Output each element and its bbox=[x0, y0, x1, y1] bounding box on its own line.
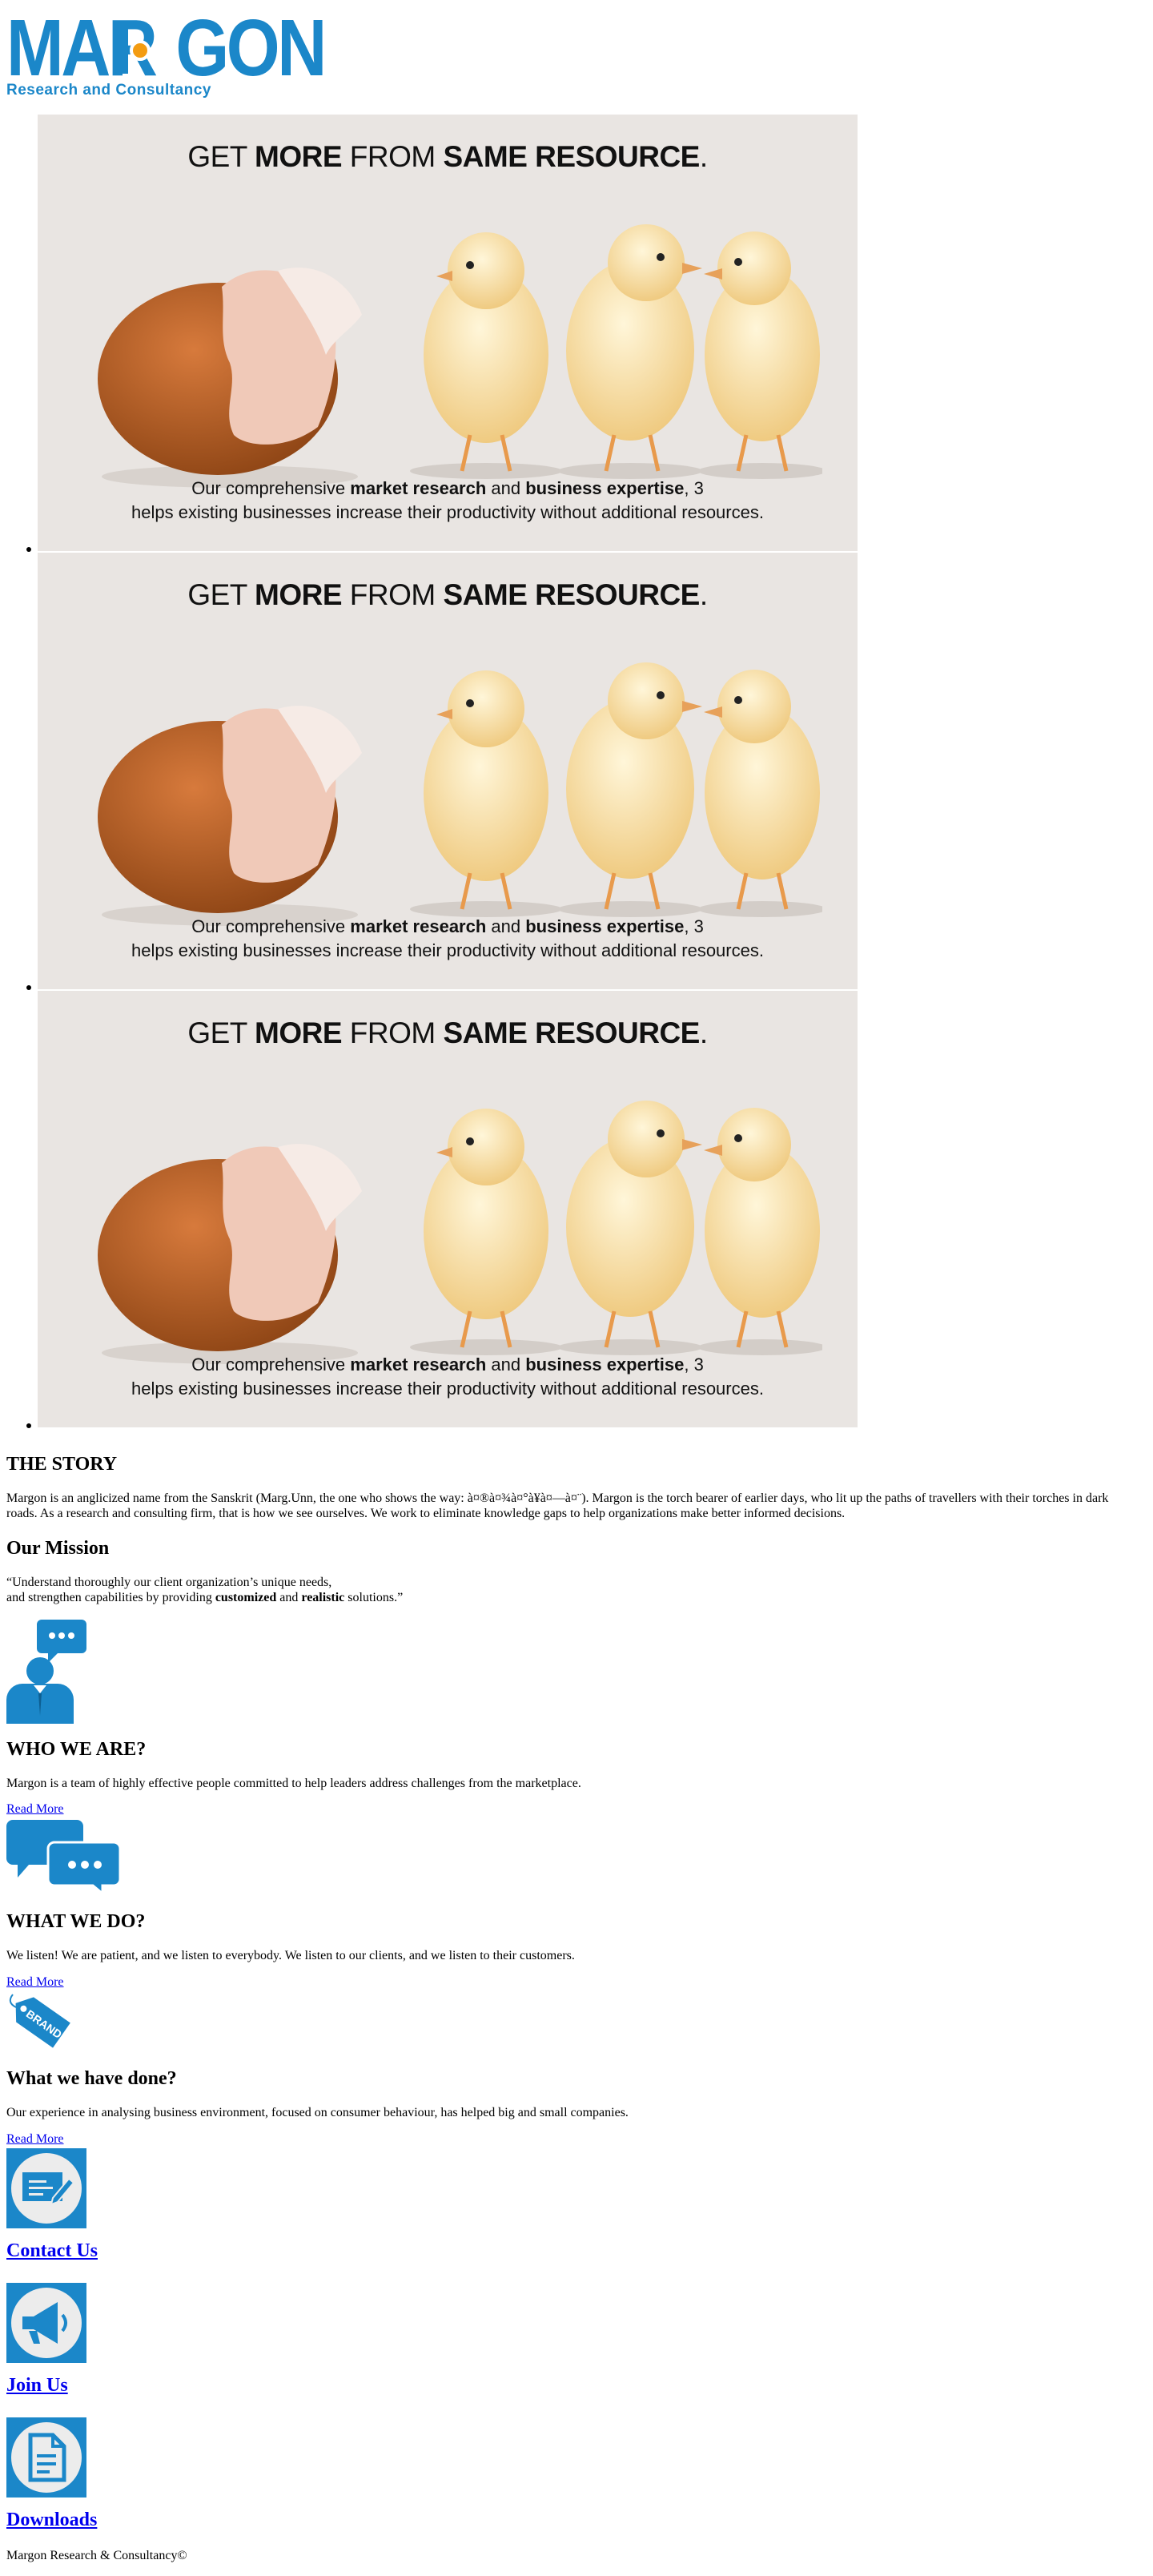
footer-copyright: Margon Research & Consultancy© bbox=[6, 2549, 187, 2562]
slide-title-mid: FROM bbox=[342, 578, 444, 611]
who-read-more-link[interactable]: Read More bbox=[6, 1802, 64, 1817]
slide-caption-line1: Our comprehensive market research and bu… bbox=[38, 1353, 858, 1377]
mission-line1: “Understand thoroughly our client organi… bbox=[6, 1576, 332, 1589]
slide-title-resource: SAME RESOURCE bbox=[443, 140, 700, 173]
mission-customized: customized bbox=[215, 1591, 277, 1604]
slide-caption-business: business expertise bbox=[525, 916, 685, 936]
slide-caption-line2: helps existing businesses increase their… bbox=[131, 940, 764, 960]
megaphone-icon bbox=[6, 2283, 86, 2363]
slide-caption: Our comprehensive market research and bu… bbox=[38, 1353, 858, 1401]
downloads-heading: Downloads bbox=[6, 2510, 97, 2531]
logo-wordmark-part2: GON bbox=[175, 3, 327, 93]
slide-caption: Our comprehensive market research and bu… bbox=[38, 915, 858, 963]
slide-caption-market: market research bbox=[350, 478, 487, 498]
slide-caption-line1: Our comprehensive market research and bu… bbox=[38, 915, 858, 939]
slider-item: GET MORE FROM SAME RESOURCE. Our compreh… bbox=[26, 991, 858, 1429]
slide-caption-post: , 3 bbox=[684, 478, 704, 498]
contact-heading: Contact Us bbox=[6, 2240, 98, 2262]
done-text: Our experience in analysing business env… bbox=[6, 2106, 629, 2119]
join-heading: Join Us bbox=[6, 2375, 68, 2397]
slide-title-pre: GET bbox=[187, 1016, 255, 1049]
who-text: Margon is a team of highly effective peo… bbox=[6, 1777, 581, 1790]
what-heading: WHAT WE DO? bbox=[6, 1911, 146, 1932]
slide-caption-market: market research bbox=[350, 1354, 487, 1375]
slide-title-resource: SAME RESOURCE bbox=[443, 578, 700, 611]
slide-caption-line2: helps existing businesses increase their… bbox=[131, 1379, 764, 1399]
mission-line2-pre: and strengthen capabilities by providing bbox=[6, 1591, 215, 1604]
egg-and-chicks-illustration bbox=[98, 662, 822, 926]
slide-caption-business: business expertise bbox=[525, 478, 685, 498]
slide-caption-line1: Our comprehensive market research and bu… bbox=[38, 477, 858, 501]
egg-and-chicks-illustration bbox=[98, 1101, 822, 1364]
slide-title-pre: GET bbox=[187, 578, 255, 611]
hero-slider: GET MORE FROM SAME RESOURCE. Our compreh… bbox=[0, 115, 858, 1429]
slide-banner[interactable]: GET MORE FROM SAME RESOURCE. Our compreh… bbox=[38, 553, 858, 989]
slider-item: GET MORE FROM SAME RESOURCE. Our compreh… bbox=[26, 115, 858, 553]
brand-tag-icon: BRAND bbox=[6, 1991, 80, 2054]
slide-caption-business: business expertise bbox=[525, 1354, 685, 1375]
slide-banner[interactable]: GET MORE FROM SAME RESOURCE. Our compreh… bbox=[38, 115, 858, 551]
slide-title: GET MORE FROM SAME RESOURCE. bbox=[38, 140, 858, 174]
businessman-speech-icon bbox=[6, 1616, 86, 1724]
speech-bubbles-icon bbox=[6, 1818, 120, 1895]
slide-title-post: . bbox=[699, 1016, 708, 1049]
slide-banner[interactable]: GET MORE FROM SAME RESOURCE. Our compreh… bbox=[38, 991, 858, 1427]
slide-caption-pre: Our comprehensive bbox=[191, 1354, 351, 1375]
slide-caption-mid: and bbox=[486, 478, 526, 498]
logo-letter-r-stroke bbox=[115, 26, 128, 74]
slide-caption: Our comprehensive market research and bu… bbox=[38, 477, 858, 525]
contact-us-link[interactable]: Contact Us bbox=[6, 2240, 98, 2261]
document-download-icon bbox=[6, 2417, 86, 2498]
mission-line2-post: solutions.” bbox=[344, 1591, 404, 1604]
slide-caption-mid: and bbox=[486, 916, 526, 936]
story-heading: THE STORY bbox=[6, 1454, 118, 1475]
slide-caption-pre: Our comprehensive bbox=[191, 478, 351, 498]
slider-item: GET MORE FROM SAME RESOURCE. Our compreh… bbox=[26, 553, 858, 991]
list-bullet bbox=[26, 1423, 31, 1428]
logo-dot-icon bbox=[130, 40, 151, 61]
slide-title-more: MORE bbox=[255, 140, 343, 173]
slide-title-resource: SAME RESOURCE bbox=[443, 1016, 700, 1049]
mission-realistic: realistic bbox=[301, 1591, 345, 1604]
slide-caption-post: , 3 bbox=[684, 1354, 704, 1375]
slide-caption-market: market research bbox=[350, 916, 487, 936]
page: MAR GON Research and Consultancy GET MORE… bbox=[0, 0, 1153, 2576]
what-text: We listen! We are patient, and we listen… bbox=[6, 1949, 575, 1962]
contact-form-icon bbox=[6, 2148, 86, 2228]
slide-title-post: . bbox=[699, 578, 708, 611]
slide-title-mid: FROM bbox=[342, 140, 444, 173]
mission-heading: Our Mission bbox=[6, 1538, 110, 1559]
downloads-link[interactable]: Downloads bbox=[6, 2510, 97, 2530]
list-bullet bbox=[26, 985, 31, 990]
slide-caption-pre: Our comprehensive bbox=[191, 916, 351, 936]
slide-title-more: MORE bbox=[255, 1016, 343, 1049]
slide-title: GET MORE FROM SAME RESOURCE. bbox=[38, 1016, 858, 1050]
slide-title: GET MORE FROM SAME RESOURCE. bbox=[38, 578, 858, 612]
egg-and-chicks-illustration bbox=[98, 224, 822, 488]
mission-line2-mid: and bbox=[276, 1591, 302, 1604]
story-text: Margon is an anglicized name from the Sa… bbox=[6, 1491, 1109, 1520]
slide-caption-post: , 3 bbox=[684, 916, 704, 936]
slide-caption-line2: helps existing businesses increase their… bbox=[131, 502, 764, 522]
slide-title-post: . bbox=[699, 140, 708, 173]
who-heading: WHO WE ARE? bbox=[6, 1739, 147, 1760]
mission-text: “Understand thoroughly our client organi… bbox=[6, 1575, 403, 1605]
join-us-link[interactable]: Join Us bbox=[6, 2375, 68, 2396]
list-bullet bbox=[26, 547, 31, 552]
slide-caption-mid: and bbox=[486, 1354, 526, 1375]
done-read-more-link[interactable]: Read More bbox=[6, 2132, 64, 2147]
what-read-more-link[interactable]: Read More bbox=[6, 1975, 64, 1990]
margon-logo[interactable]: MAR GON Research and Consultancy bbox=[6, 8, 327, 101]
slide-title-pre: GET bbox=[187, 140, 255, 173]
done-heading: What we have done? bbox=[6, 2068, 177, 2089]
slide-title-more: MORE bbox=[255, 578, 343, 611]
slide-title-mid: FROM bbox=[342, 1016, 444, 1049]
